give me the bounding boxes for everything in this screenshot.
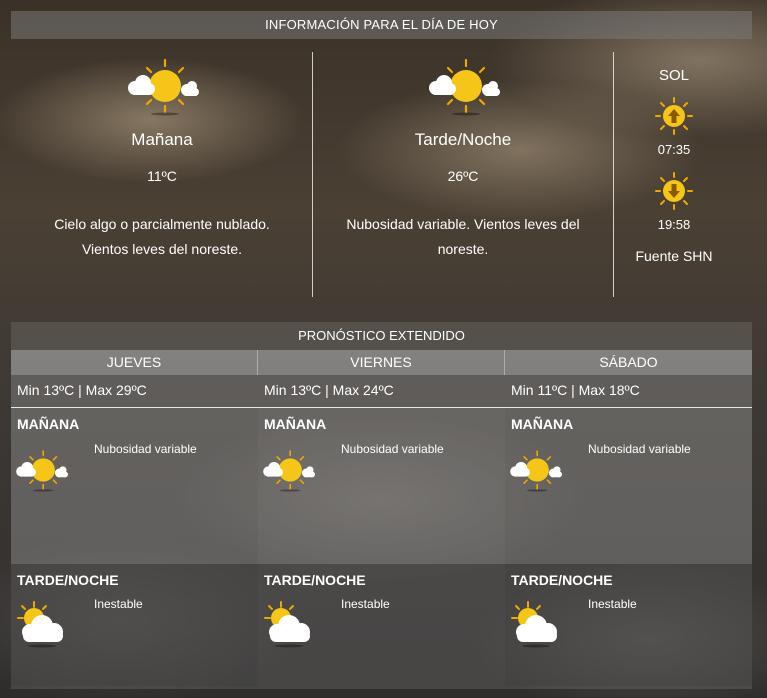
extended-forecast: PRONÓSTICO EXTENDIDO JUEVES Min 13ºC | M… bbox=[11, 322, 752, 689]
forecast-day: JUEVES Min 13ºC | Max 29ºC MAÑANA Nubosi… bbox=[11, 350, 258, 689]
sun-title: SOL bbox=[658, 67, 689, 84]
day-minmax: Min 13ºC | Max 29ºC bbox=[11, 375, 258, 408]
sun-cloud-icon bbox=[125, 56, 199, 116]
slot-description: Nubosidad variable bbox=[341, 442, 444, 456]
slot-title: TARDE/NOCHE bbox=[511, 572, 613, 588]
day-minmax: Min 13ºC | Max 24ºC bbox=[258, 375, 505, 408]
sunset-icon bbox=[654, 171, 694, 211]
slot-title: MAÑANA bbox=[17, 416, 80, 432]
day-name: VIERNES bbox=[258, 350, 505, 375]
morning-slot: MAÑANA Nubosidad variable bbox=[505, 408, 752, 564]
slot-title: MAÑANA bbox=[264, 416, 327, 432]
night-slot: TARDE/NOCHE Inestable bbox=[11, 564, 258, 686]
day-name: SÁBADO bbox=[505, 350, 752, 375]
forecast-day: VIERNES Min 13ºC | Max 24ºC MAÑANA Nubos… bbox=[258, 350, 505, 689]
morning-slot: MAÑANA Nubosidad variable bbox=[258, 408, 505, 564]
sunrise-icon bbox=[654, 96, 694, 136]
today-header: INFORMACIÓN PARA EL DÍA DE HOY bbox=[11, 11, 752, 39]
slot-description: Inestable bbox=[341, 597, 390, 611]
slot-description: Nubosidad variable bbox=[94, 442, 197, 456]
today-night-description: Nubosidad variable. Vientos leves del no… bbox=[346, 216, 580, 257]
cloud-sun-icon bbox=[508, 600, 562, 648]
sun-cloud-icon bbox=[508, 446, 562, 494]
today-night-temp: 26ºC bbox=[447, 168, 479, 184]
cloud-sun-icon bbox=[14, 600, 68, 648]
today-morning-title: Mañana bbox=[131, 130, 193, 149]
sun-source: Fuente SHN bbox=[635, 248, 713, 264]
slot-description: Nubosidad variable bbox=[588, 442, 691, 456]
sunset-time: 19:58 bbox=[657, 217, 691, 232]
morning-slot: MAÑANA Nubosidad variable bbox=[11, 408, 258, 564]
today-morning-temp: 11ºC bbox=[147, 168, 177, 184]
night-slot: TARDE/NOCHE Inestable bbox=[258, 564, 505, 686]
cloud-sun-icon bbox=[261, 600, 315, 648]
slot-title: MAÑANA bbox=[511, 416, 574, 432]
sun-cloud-icon bbox=[261, 446, 315, 494]
extended-header: PRONÓSTICO EXTENDIDO bbox=[298, 328, 465, 343]
day-minmax: Min 11ºC | Max 18ºC bbox=[505, 375, 752, 408]
today-night-title: Tarde/Noche bbox=[414, 130, 512, 149]
night-slot: TARDE/NOCHE Inestable bbox=[505, 564, 752, 686]
slot-title: TARDE/NOCHE bbox=[264, 572, 366, 588]
today-morning: Mañana 11ºC Cielo algo o parcialmente nu… bbox=[11, 52, 313, 262]
sun-cloud-icon bbox=[426, 56, 500, 116]
sun-info: SOL 07:35 19:58 Fuente SHN bbox=[614, 52, 734, 264]
day-name: JUEVES bbox=[11, 350, 258, 375]
slot-description: Inestable bbox=[588, 597, 637, 611]
today-night: Tarde/Noche 26ºC Nubosidad variable. Vie… bbox=[313, 52, 613, 262]
slot-description: Inestable bbox=[94, 597, 143, 611]
forecast-day: SÁBADO Min 11ºC | Max 18ºC MAÑANA Nubosi… bbox=[505, 350, 752, 689]
slot-title: TARDE/NOCHE bbox=[17, 572, 119, 588]
sun-cloud-icon bbox=[14, 446, 68, 494]
today-morning-description: Cielo algo o parcialmente nublado. Vient… bbox=[54, 216, 270, 257]
sunrise-time: 07:35 bbox=[657, 142, 691, 157]
